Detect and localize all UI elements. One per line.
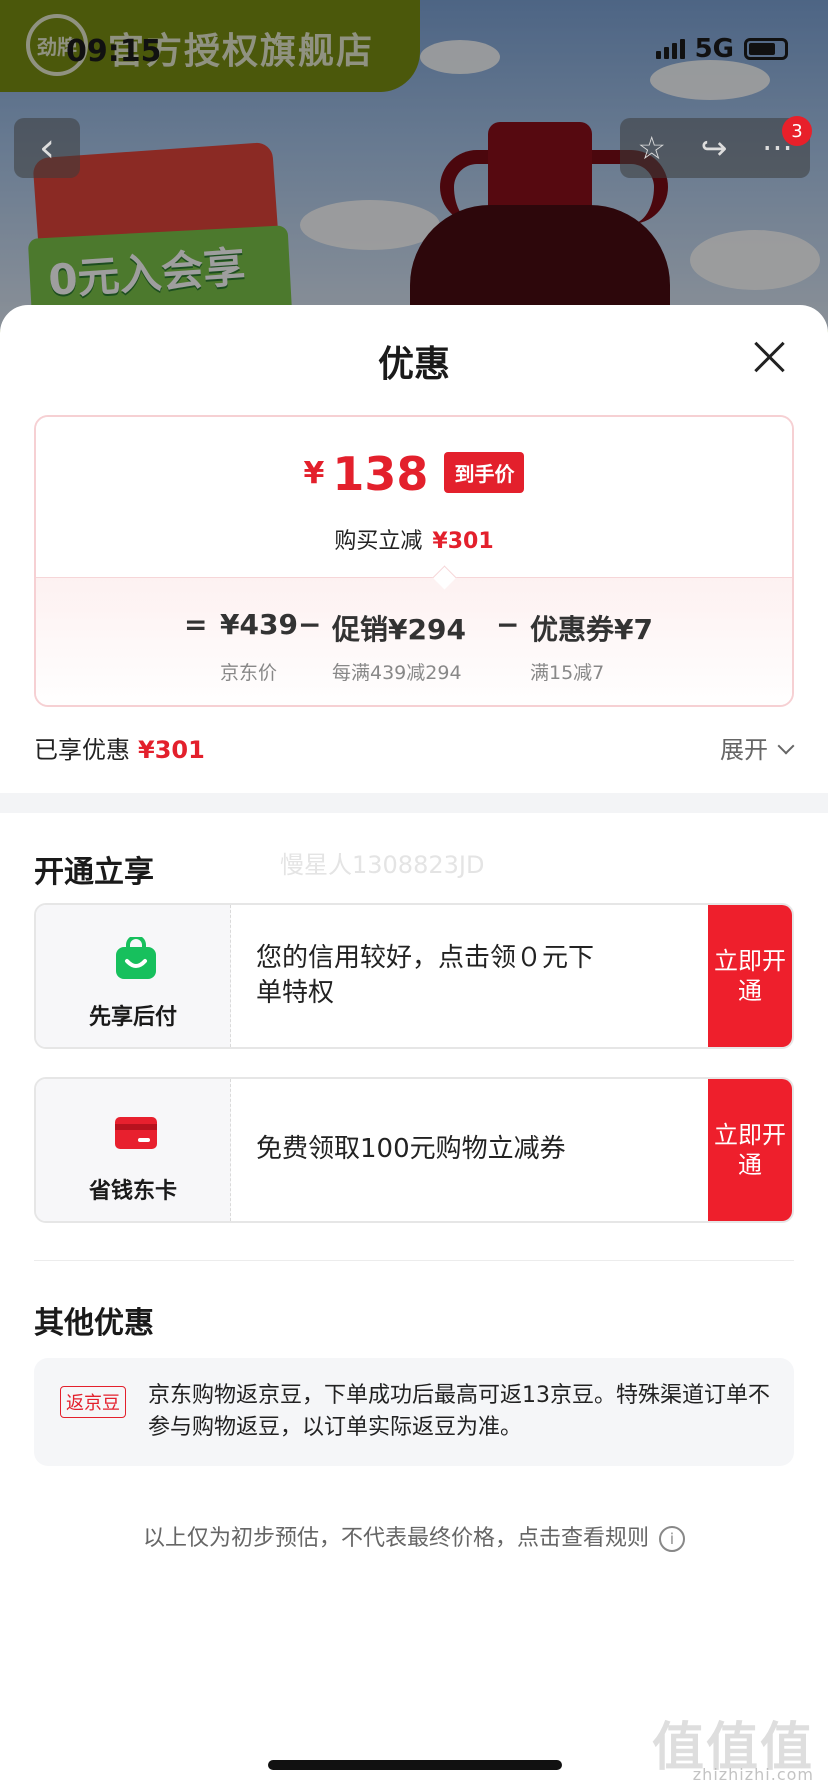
offer-brand: 先享后付	[36, 905, 231, 1047]
final-price: ¥ 138 到手价	[36, 451, 792, 497]
star-icon[interactable]: ☆	[637, 129, 666, 167]
discount-sheet: 优惠 ¥ 138 到手价 购买立减 ¥301 = ¥439 京东价 − 促销¥29…	[0, 305, 828, 1792]
enjoyed-amount: ¥301	[138, 736, 205, 764]
enjoyed-label: 已享优惠	[34, 736, 130, 764]
share-icon[interactable]: ↪	[701, 129, 728, 167]
activate-button[interactable]: 立即开通	[708, 905, 792, 1047]
notification-badge: 3	[782, 116, 812, 146]
offer-savings-card[interactable]: 省钱东卡 免费领取100元购物立减券 立即开通	[34, 1077, 794, 1223]
minus-sign: −	[496, 608, 520, 641]
network-type: 5G	[694, 34, 734, 64]
other-section-title: 其他优惠	[34, 1306, 154, 1341]
currency-symbol: ¥	[303, 456, 325, 491]
section-separator	[0, 793, 828, 813]
promo-label: 每满439减294	[332, 662, 462, 684]
offer-pay-later[interactable]: 先享后付 您的信用较好，点击领０元下单特权 立即开通	[34, 903, 794, 1049]
card-icon	[115, 1117, 157, 1149]
rebate-tag: 返京豆	[60, 1386, 126, 1418]
minus-sign: −	[298, 608, 322, 641]
signal-icon	[655, 39, 685, 59]
site-watermark-url: zhizhizhi.com	[692, 1765, 814, 1784]
expand-label: 展开	[720, 736, 768, 764]
coupon-value: 优惠券¥7	[530, 613, 653, 646]
discount-amount: ¥301	[432, 529, 494, 554]
offer-name: 先享后付	[88, 1005, 177, 1030]
expand-button[interactable]: 展开	[720, 730, 795, 765]
footer-note-text: 以上仅为初步预估，不代表最终价格，点击查看规则	[142, 1526, 649, 1551]
price-card: ¥ 138 到手价 购买立减 ¥301 = ¥439 京东价 − 促销¥294 每…	[34, 415, 794, 707]
info-icon: i	[659, 1526, 685, 1552]
offer-name: 省钱东卡	[88, 1179, 177, 1204]
discount-line: 购买立减 ¥301	[36, 523, 792, 555]
price-breakdown: = ¥439 京东价 − 促销¥294 每满439减294 − 优惠券¥7 满1…	[36, 577, 792, 705]
chevron-down-icon	[777, 737, 795, 755]
jd-price-value: ¥439	[220, 608, 298, 641]
battery-icon	[744, 38, 788, 60]
status-indicators: 5G	[655, 34, 788, 64]
enjoyed-discount: 已享优惠 ¥301	[34, 730, 205, 765]
divider	[34, 1260, 794, 1261]
final-price-amount: 138	[332, 447, 429, 501]
price-summary: ¥ 138 到手价 购买立减 ¥301	[36, 417, 792, 577]
offer-description: 免费领取100元购物立减券	[256, 1134, 566, 1165]
open-section-title: 开通立享	[34, 855, 154, 890]
back-button[interactable]: ‹	[14, 118, 80, 178]
final-price-tag: 到手价	[444, 452, 525, 493]
activate-button[interactable]: 立即开通	[708, 1079, 792, 1221]
coupon-label: 满15减7	[530, 662, 605, 684]
close-icon[interactable]	[750, 337, 790, 377]
jd-beans-rebate: 返京豆 京东购物返京豆，下单成功后最高可返13京豆。特殊渠道订单不参与购物返豆，…	[34, 1358, 794, 1466]
product-background: 0元入会享 劲牌 官方授权旗舰店 09:15 5G ‹ ☆ ↪ ··· 3	[0, 0, 828, 330]
home-indicator[interactable]	[268, 1760, 562, 1770]
offer-description: 您的信用较好，点击领０元下单特权	[256, 942, 595, 1008]
discount-label: 购买立减	[334, 529, 423, 554]
promo-value: 促销¥294	[332, 613, 466, 646]
bag-icon	[116, 937, 156, 979]
jd-price-label: 京东价	[220, 662, 278, 684]
equals-sign: =	[184, 608, 208, 641]
sheet-title: 优惠	[377, 344, 450, 385]
rebate-description: 京东购物返京豆，下单成功后最高可返13京豆。特殊渠道订单不参与购物返豆，以订单实…	[148, 1383, 770, 1440]
rules-link[interactable]: 以上仅为初步预估，不代表最终价格，点击查看规则 i	[0, 1520, 828, 1552]
status-time: 09:15	[66, 34, 162, 69]
offer-brand: 省钱东卡	[36, 1079, 231, 1221]
chevron-left-icon: ‹	[39, 125, 55, 171]
user-watermark: 慢星人1308823JD	[280, 851, 485, 879]
